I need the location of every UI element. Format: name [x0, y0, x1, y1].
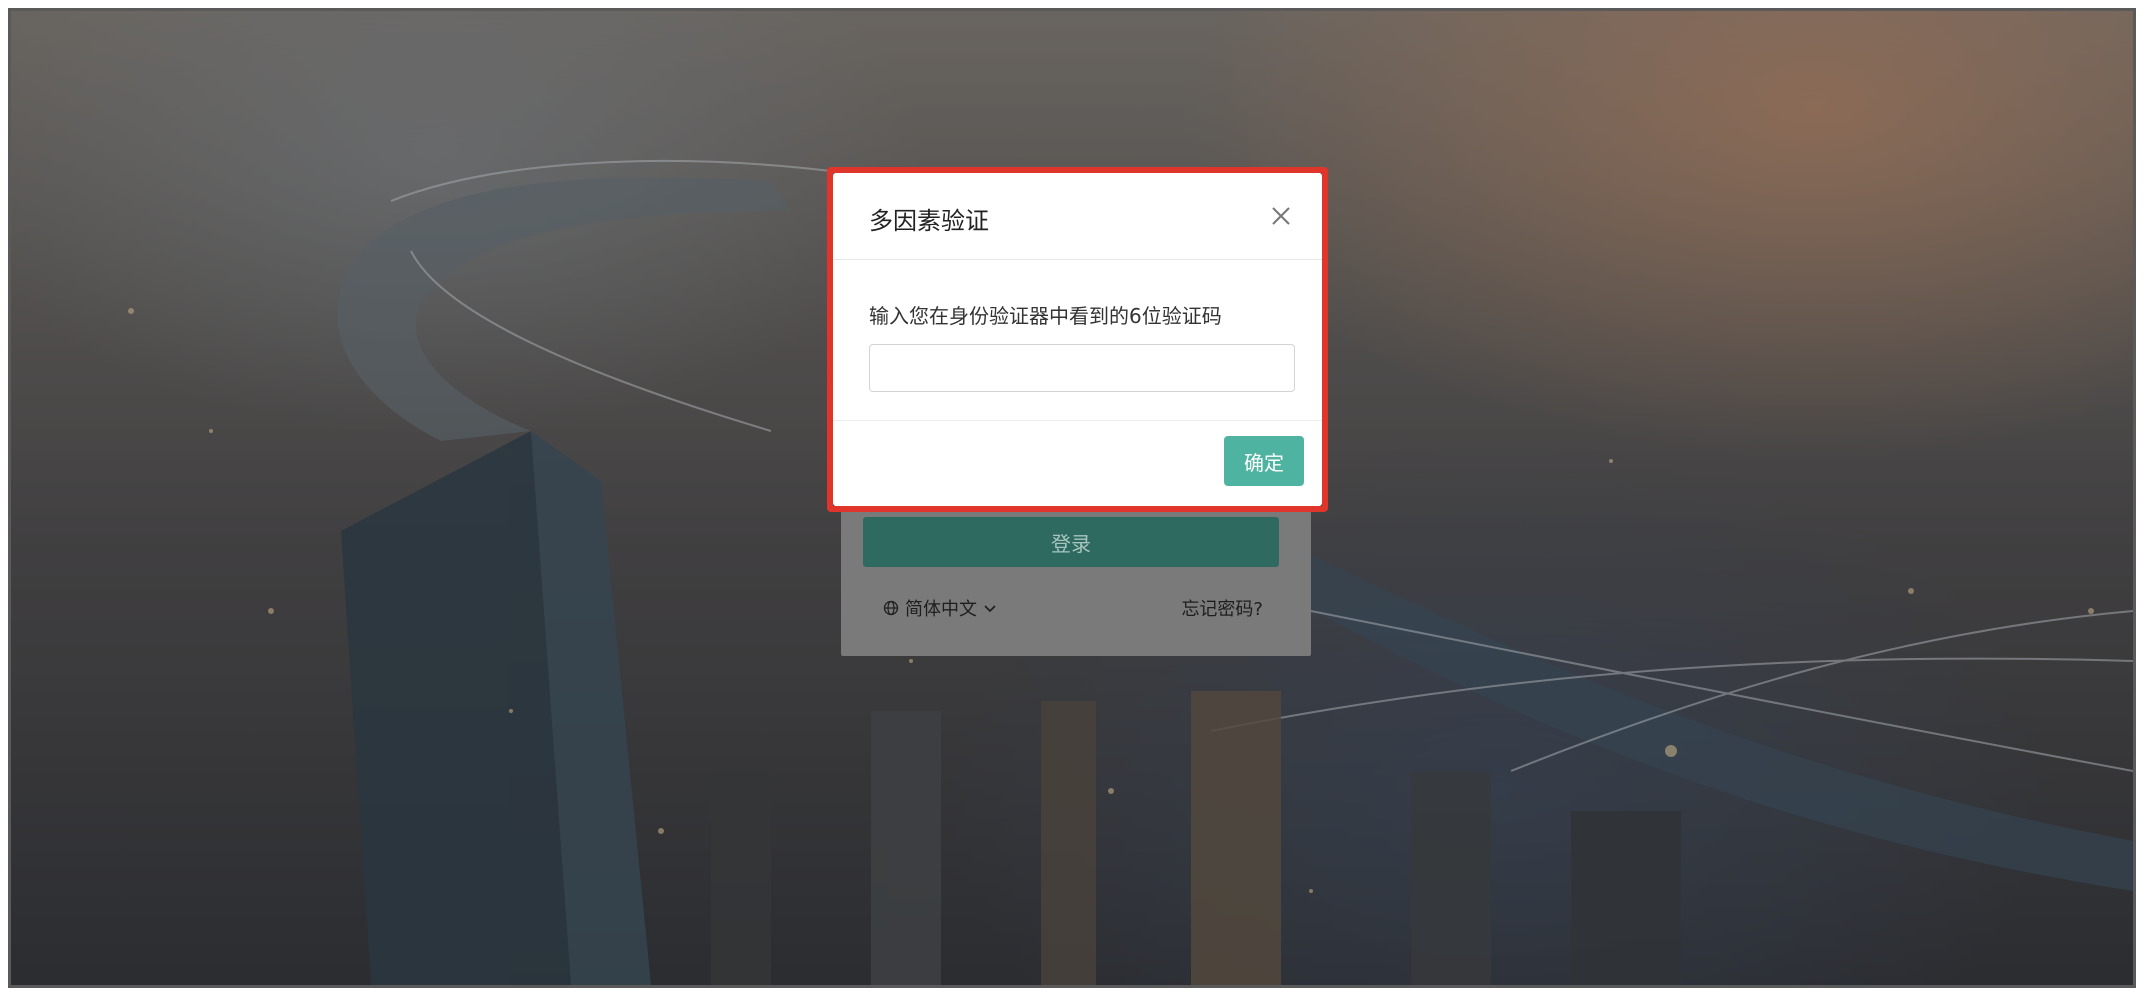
verification-code-input[interactable] [869, 344, 1295, 392]
modal-header: 多因素验证 [833, 173, 1322, 260]
forgot-password-link[interactable]: 忘记密码? [1181, 595, 1263, 621]
modal-body: 输入您在身份验证器中看到的6位验证码 [833, 260, 1322, 421]
mfa-modal: 多因素验证 输入您在身份验证器中看到的6位验证码 确定 [833, 173, 1322, 506]
screenshot-frame: 登录 简体中文 忘记密码? 多因素验证 输入您在身份验证器中看到的6位验证码 确… [8, 8, 2136, 988]
code-prompt-label: 输入您在身份验证器中看到的6位验证码 [869, 304, 1222, 328]
login-button[interactable]: 登录 [863, 517, 1279, 567]
login-button-label: 登录 [1051, 531, 1091, 556]
login-card: 登录 简体中文 忘记密码? [841, 491, 1311, 656]
modal-title: 多因素验证 [869, 207, 989, 235]
globe-icon [883, 600, 899, 616]
chevron-down-icon [983, 601, 997, 615]
language-select[interactable]: 简体中文 [883, 595, 997, 621]
close-icon[interactable] [1270, 205, 1292, 227]
confirm-button[interactable]: 确定 [1224, 436, 1304, 486]
language-label: 简体中文 [905, 599, 977, 620]
